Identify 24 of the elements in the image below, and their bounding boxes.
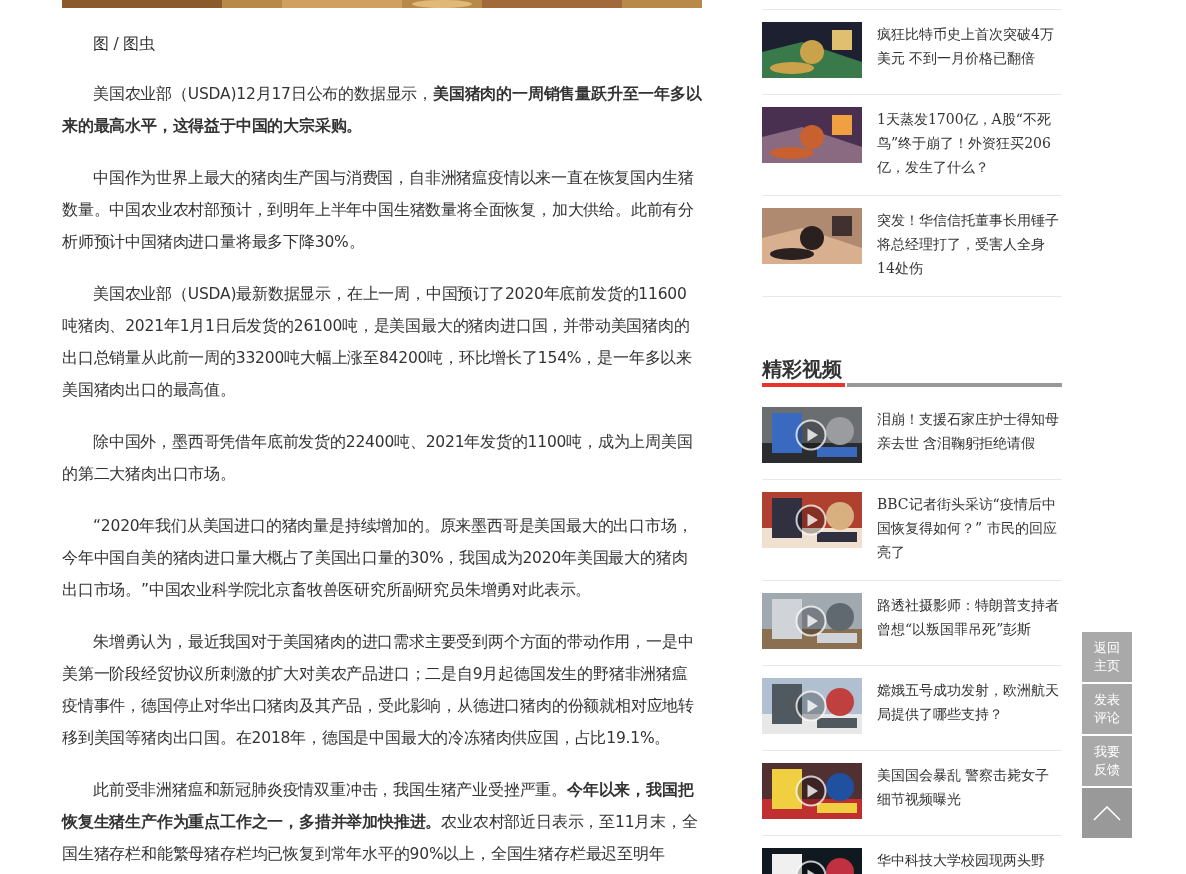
video-link[interactable]: 泪崩！支援石家庄护士得知母亲去世 含泪鞠躬拒绝请假 (877, 407, 1062, 463)
image-caption: 图 / 图虫 (92, 34, 156, 55)
play-icon[interactable] (795, 775, 827, 807)
news-link[interactable]: 1天蒸发1700亿，A股“不死鸟”终于崩了！外资狂买206亿，发生了什么？ (877, 107, 1062, 179)
news-link[interactable]: 突发！华信信托董事长用锤子将总经理打了，受害人全身14处伤 (877, 208, 1062, 280)
play-icon[interactable] (795, 419, 827, 451)
article-paragraph: 中国作为世界上最大的猪肉生产国与消费国，自非洲猪瘟疫情以来一直在恢复国内生猪数量。中国农业农村部预计，到明年上半年中国生猪数量将全面恢复，加大供给。此前有分析师预计中国猪肉进口量将最多下降30%。 (62, 168, 695, 253)
news-link[interactable]: 疯狂比特币史上首次突破4万美元 不到一月价格已翻倍 (877, 22, 1062, 78)
video-link[interactable]: 美国国会暴乱 警察击毙女子细节视频曝光 (877, 763, 1062, 819)
article-paragraph: 美国农业部（USDA)最新数据显示，在上一周，中国预订了2020年底前发货的11600吨猪肉、2021年1月1日后发货的26100吨，是美国最大的猪肉进口国，并带动美国猪肉的出口总销量从此前一周的33200吨大幅上涨至84200吨，环比增长了154%，是一年多以来美国猪肉出口的最高值。 (62, 284, 693, 401)
video-link[interactable]: BBC记者街头采访“疫情后中国恢复得如何？” 市民的回应亮了 (877, 492, 1062, 564)
section-heading: 精彩视频 (762, 356, 843, 383)
article-paragraph: 除中国外，墨西哥凭借年底前发货的22400吨、2021年发货的1100吨，成为上周美国的第二大猪肉出口市场。 (62, 432, 694, 485)
play-icon[interactable] (795, 504, 827, 536)
play-icon[interactable] (795, 690, 827, 722)
play-icon[interactable] (795, 605, 827, 637)
video-link[interactable]: 华中科技大学校园现两头野 (877, 848, 1045, 874)
article-paragraph: 此前受非洲猪瘟和新冠肺炎疫情双重冲击，我国生猪产业受挫严重。今年以来，我国把恢复生猪生产作为重点工作之一，多措并举加快推进。农业农村部近日表示，至11月末，全国生猪存栏和能繁母猪存栏均已恢复到常年水平的90%以上，全国生猪存栏最迟至明年 (62, 780, 699, 865)
article-paragraph: “2020年我们从美国进口的猪肉量是持续增加的。原来墨西哥是美国最大的出口市场，今年中国自美的猪肉进口量大概占了美国出口量的30%，我国成为2020年美国最大的猪肉出口市场。”中国农业科学院北京畜牧兽医研究所副研究员朱增勇对此表示。 (62, 516, 694, 601)
video-link[interactable]: 路透社摄影师：特朗普支持者曾想“以叛国罪吊死”彭斯 (877, 593, 1062, 649)
chevron-up-icon (1093, 805, 1121, 821)
video-link[interactable]: 嫦娥五号成功发射，欧洲航天局提供了哪些支持？ (877, 678, 1062, 734)
article-paragraph: 朱增勇认为，最近我国对于美国猪肉的进口需求主要受到两个方面的带动作用，一是中美第一阶段经贸协议所刺激的扩大对美农产品进口；二是自9月起德国发生的野猪非洲猪瘟疫情事件，德国停止对华出口猪肉及其产品，受此影响，从德进口猪肉的份额就相对应地转移到美国等猪肉出口国。在2018年，德国是中国最大的冷冻猪肉供应国，占比19.1%。 (62, 632, 695, 749)
article-paragraph: 美国农业部（USDA)12月17日公布的数据显示，美国猪肉的一周销售量跃升至一年多以来的最高水平，这得益于中国的大宗采购。 (62, 84, 702, 137)
